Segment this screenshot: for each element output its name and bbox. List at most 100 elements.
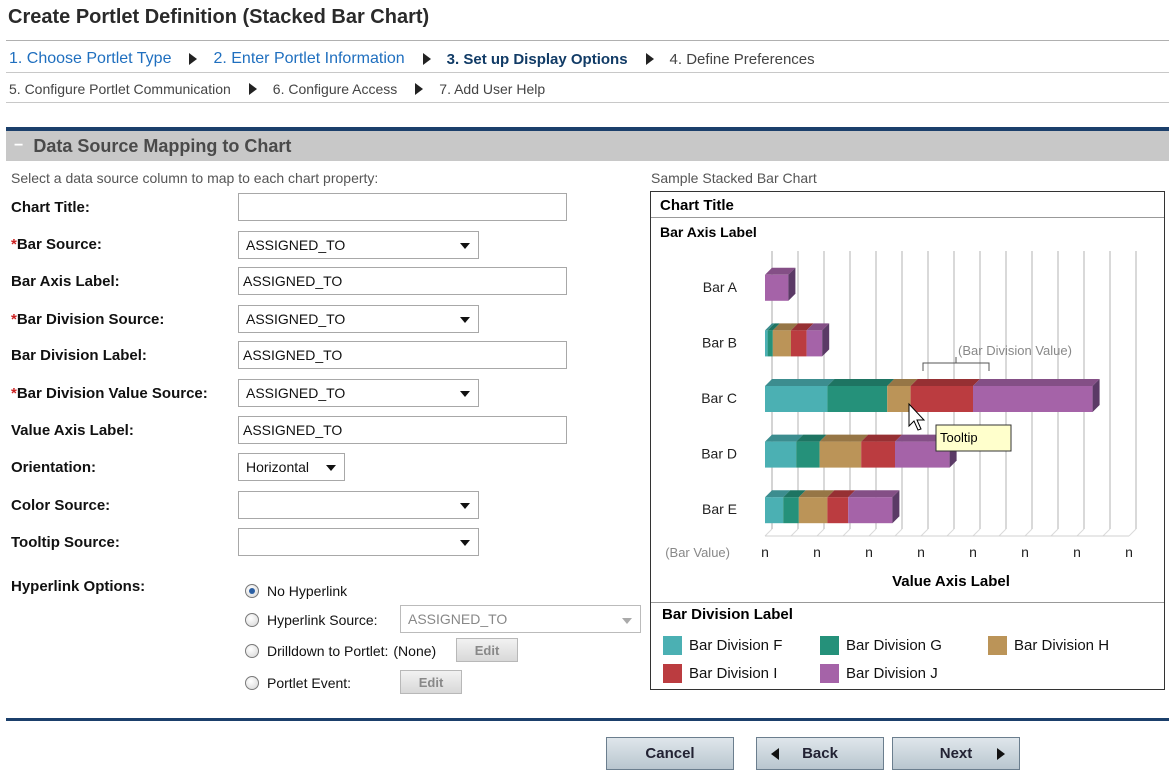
orientation-select[interactable]: Horizontal — [238, 453, 345, 481]
step-arrow-icon — [415, 83, 424, 95]
bar-segment — [827, 386, 888, 412]
bar-division-value-source-select[interactable]: ASSIGNED_TO — [238, 379, 479, 407]
drilldown-edit-button[interactable]: Edit — [456, 638, 518, 662]
back-button[interactable]: Back — [756, 737, 884, 770]
bar-segment-top — [827, 379, 895, 386]
portlet-event-option[interactable]: Portlet Event: — [245, 675, 351, 691]
chart-title-label: Chart Title: — [11, 199, 90, 216]
legend-divider — [651, 602, 1164, 603]
legend-item-j: Bar Division J — [820, 664, 938, 683]
bar-segment — [783, 497, 799, 524]
bar-segment-top — [765, 379, 835, 386]
category-label: Bar E — [702, 501, 737, 517]
chevron-down-icon — [460, 391, 470, 397]
drilldown-option[interactable]: Drilldown to Portlet: (None) — [245, 643, 436, 659]
step-arrow-icon — [645, 53, 654, 65]
legend-swatch — [820, 664, 839, 683]
bar-division-source-select[interactable]: ASSIGNED_TO — [238, 305, 479, 333]
gridline-floor — [998, 528, 1007, 537]
page-title: Create Portlet Definition (Stacked Bar C… — [8, 6, 430, 28]
step-choose-portlet-type[interactable]: 1. Choose Portlet Type — [9, 50, 171, 68]
cancel-button[interactable]: Cancel — [606, 737, 734, 770]
sample-chart-panel: Chart Title Bar Axis Label Bar A Bar B Bar… — [650, 191, 1165, 690]
bar-segment-top — [973, 379, 1100, 386]
steps-divider — [6, 72, 1169, 73]
value-axis-label-input[interactable] — [238, 416, 567, 444]
gridline-floor — [1076, 528, 1085, 537]
bar-segment-top — [848, 490, 900, 498]
bar-source-select[interactable]: ASSIGNED_TO — [238, 231, 479, 259]
step-configure-access: 6. Configure Access — [272, 81, 398, 97]
bar-axis-label-input[interactable] — [238, 267, 567, 295]
bar-segment — [806, 330, 823, 357]
bar-value-label: (Bar Value) — [665, 545, 730, 560]
bar-division-source-label: *Bar Division Source: — [11, 311, 165, 328]
next-button[interactable]: Next — [892, 737, 1020, 770]
category-label: Bar D — [701, 446, 737, 462]
portlet-event-radio[interactable] — [245, 676, 259, 690]
tick-labels: nnnnnnnn — [761, 544, 1133, 560]
bar-segment — [765, 330, 768, 357]
bar-segment — [765, 441, 797, 468]
value-axis-label-label: Value Axis Label: — [11, 422, 134, 439]
bar-segment — [848, 497, 893, 524]
tooltip-source-label: Tooltip Source: — [11, 534, 120, 551]
title-divider — [6, 40, 1169, 41]
tooltip-text: Tooltip — [940, 430, 978, 445]
tick-label: n — [813, 544, 821, 560]
tick-label: n — [917, 544, 925, 560]
orientation-label: Orientation: — [11, 459, 96, 476]
bar-division-label-input[interactable] — [238, 341, 567, 369]
no-hyperlink-option[interactable]: No Hyperlink — [245, 583, 347, 599]
collapse-icon[interactable]: − — [14, 137, 23, 155]
sample-chart-label: Sample Stacked Bar Chart — [651, 170, 817, 186]
legend-swatch — [663, 636, 682, 655]
tick-label: n — [865, 544, 873, 560]
footer-divider — [6, 718, 1169, 721]
tooltip-source-select[interactable] — [238, 528, 479, 556]
bar-segment — [910, 386, 973, 412]
tick-label: n — [761, 544, 769, 560]
bar-segment — [798, 497, 828, 524]
stacked-bar-chart: Bar Axis Label Bar A Bar B Bar C Bar D Bar E… — [660, 224, 1137, 590]
legend-swatch — [820, 636, 839, 655]
bar-segment — [973, 386, 1093, 412]
gridline-floor — [868, 528, 877, 537]
step-enter-portlet-information[interactable]: 2. Enter Portlet Information — [213, 50, 404, 68]
gridline-floor — [842, 528, 851, 537]
color-source-select[interactable] — [238, 491, 479, 519]
hyperlink-source-option[interactable]: Hyperlink Source: — [245, 612, 378, 628]
bar-source-label: *Bar Source: — [11, 236, 102, 253]
hyperlink-options-label: Hyperlink Options: — [11, 578, 146, 595]
bar-segment — [796, 441, 820, 468]
legend-title: Bar Division Label — [662, 606, 793, 623]
arrow-left-icon — [771, 748, 779, 760]
bar-division-value-source-label: *Bar Division Value Source: — [11, 385, 208, 402]
category-labels: Bar A Bar B Bar C Bar D Bar E — [701, 279, 737, 517]
chevron-down-icon — [622, 618, 632, 624]
bar-segment — [765, 497, 784, 524]
gridline-floor — [946, 528, 955, 537]
chart-title-input[interactable] — [238, 193, 567, 221]
section-header[interactable]: − Data Source Mapping to Chart — [6, 131, 1169, 161]
sample-chart-title: Chart Title — [660, 197, 734, 214]
gridline-floor — [816, 528, 825, 537]
chevron-down-icon — [460, 243, 470, 249]
hyperlink-source-radio[interactable] — [245, 613, 259, 627]
chevron-down-icon — [460, 503, 470, 509]
wizard-steps-row-2: 5. Configure Portlet Communication 6. Co… — [9, 78, 545, 100]
no-hyperlink-radio[interactable] — [245, 584, 259, 598]
legend-item-f: Bar Division F — [663, 636, 782, 655]
bar-axis-label-label: Bar Axis Label: — [11, 273, 120, 290]
step-add-user-help: 7. Add User Help — [439, 81, 546, 97]
chart-bars — [765, 267, 1100, 524]
gridline-floor — [920, 528, 929, 537]
drilldown-radio[interactable] — [245, 644, 259, 658]
portlet-event-edit-button[interactable]: Edit — [400, 670, 462, 694]
category-label: Bar C — [701, 390, 737, 406]
gridline-floor — [972, 528, 981, 537]
bar-division-label-label: Bar Division Label: — [11, 347, 147, 364]
bar-segment — [767, 330, 773, 357]
legend-swatch — [988, 636, 1007, 655]
gridline-floor — [1050, 528, 1059, 537]
